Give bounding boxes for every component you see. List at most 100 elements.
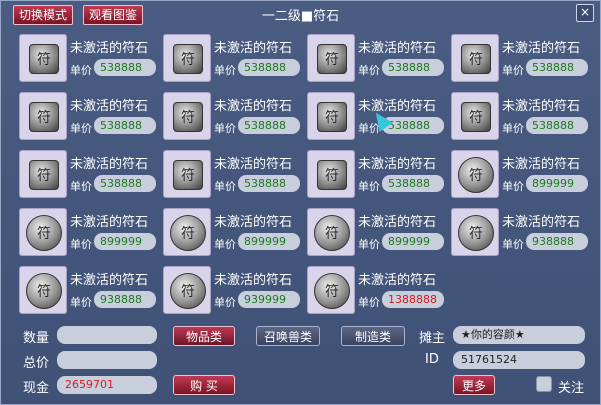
item-name: 未激活的符石 [358, 157, 437, 172]
item-slot[interactable]: 符 未激活的符石 单价 938888 [451, 206, 591, 259]
item-slot[interactable]: 符 未激活的符石 单价 938888 [19, 264, 159, 317]
item-thumbnail[interactable]: 符 [307, 34, 355, 82]
item-thumbnail[interactable]: 符 [307, 92, 355, 140]
item-slot[interactable]: 符 未激活的符石 单价 1388888 [307, 264, 447, 317]
round-rune-stone-icon: 符 [170, 215, 206, 251]
unit-price-value: 938888 [526, 233, 588, 250]
item-name: 未激活的符石 [358, 99, 437, 114]
item-thumbnail[interactable]: 符 [19, 208, 67, 256]
unit-price-value: 538888 [238, 175, 300, 192]
rune-glyph-icon: 符 [181, 284, 195, 300]
item-slot[interactable]: 符 未激活的符石 单价 899999 [451, 148, 591, 201]
item-slot[interactable]: 符 未激活的符石 单价 939999 [163, 264, 303, 317]
item-slot[interactable]: 符 未激活的符石 单价 899999 [307, 206, 447, 259]
rune-glyph-icon: 符 [181, 52, 195, 68]
unit-price-value: 938888 [94, 291, 156, 308]
item-slot[interactable]: 符 未激活的符石 单价 538888 [163, 148, 303, 201]
tab-summoned-beasts[interactable]: 召唤兽类 [256, 326, 320, 346]
unit-price-value: 538888 [238, 117, 300, 134]
item-thumbnail[interactable]: 符 [19, 34, 67, 82]
item-name: 未激活的符石 [70, 99, 149, 114]
square-rune-stone-icon: 符 [317, 102, 347, 132]
unit-price-value: 939999 [238, 291, 300, 308]
unit-price-label: 单价 [214, 180, 236, 193]
rune-glyph-icon: 符 [181, 110, 195, 126]
item-thumbnail[interactable]: 符 [163, 34, 211, 82]
unit-price-label: 单价 [70, 296, 92, 309]
cash-label: 现金 [23, 381, 50, 396]
item-thumbnail[interactable]: 符 [163, 92, 211, 140]
item-thumbnail[interactable]: 符 [19, 150, 67, 198]
unit-price-value: 538888 [94, 59, 156, 76]
item-thumbnail[interactable]: 符 [163, 208, 211, 256]
quantity-label: 数量 [23, 331, 50, 346]
unit-price-value: 1388888 [382, 291, 444, 308]
round-rune-stone-icon: 符 [314, 273, 350, 309]
item-slot[interactable]: 符 未激活的符石 单价 538888 [19, 32, 159, 85]
id-label: ID [425, 352, 439, 367]
unit-price-value: 538888 [526, 117, 588, 134]
item-thumbnail[interactable]: 符 [19, 92, 67, 140]
item-thumbnail[interactable]: 符 [307, 208, 355, 256]
unit-price-label: 单价 [214, 122, 236, 135]
square-rune-stone-icon: 符 [173, 44, 203, 74]
unit-price-value: 899999 [526, 175, 588, 192]
item-thumbnail[interactable]: 符 [451, 92, 499, 140]
item-slot[interactable]: 符 未激活的符石 单价 899999 [19, 206, 159, 259]
title-bar: 切换模式 观看图鉴 一二级■符石 × [1, 1, 600, 27]
item-thumbnail[interactable]: 符 [451, 150, 499, 198]
unit-price-label: 单价 [214, 238, 236, 251]
item-thumbnail[interactable]: 符 [163, 266, 211, 314]
total-price-field [57, 351, 157, 369]
stall-window: 切换模式 观看图鉴 一二级■符石 × 符未激活的符石 单价 538888 符未激活的符… [0, 0, 601, 405]
item-name: 未激活的符石 [214, 273, 293, 288]
item-slot[interactable]: 符 未激活的符石 单价 538888 [163, 32, 303, 85]
item-name: 未激活的符石 [214, 41, 293, 56]
follow-checkbox[interactable] [536, 376, 552, 392]
item-name: 未激活的符石 [70, 273, 149, 288]
unit-price-label: 单价 [502, 180, 524, 193]
rune-glyph-icon: 符 [37, 110, 51, 126]
item-name: 未激活的符石 [502, 157, 581, 172]
item-slot[interactable]: 符 未激活的符石 单价 538888 [451, 90, 591, 143]
quantity-input[interactable] [57, 326, 157, 344]
item-slot[interactable]: 符 未激活的符石 单价 899999 [163, 206, 303, 259]
item-name: 未激活的符石 [214, 99, 293, 114]
unit-price-value: 538888 [94, 117, 156, 134]
square-rune-stone-icon: 符 [29, 160, 59, 190]
more-button[interactable]: 更多 [453, 375, 495, 395]
unit-price-label: 单价 [214, 296, 236, 309]
item-name: 未激活的符石 [214, 215, 293, 230]
item-slot[interactable]: 符 未激活的符石 单价 538888 [451, 32, 591, 85]
tab-crafting[interactable]: 制造类 [341, 326, 405, 346]
square-rune-stone-icon: 符 [317, 44, 347, 74]
unit-price-value: 538888 [238, 59, 300, 76]
item-slot[interactable]: 符 未激活的符石 单价 538888 [307, 148, 447, 201]
item-slot[interactable]: 符 未激活的符石 单价 538888 [19, 148, 159, 201]
item-name: 未激活的符石 [214, 157, 293, 172]
rune-glyph-icon: 符 [469, 52, 483, 68]
item-name: 未激活的符石 [502, 99, 581, 114]
rune-glyph-icon: 符 [325, 284, 339, 300]
item-thumbnail[interactable]: 符 [451, 34, 499, 82]
unit-price-value: 899999 [238, 233, 300, 250]
item-slot[interactable]: 符 未激活的符石 单价 538888 [163, 90, 303, 143]
item-thumbnail[interactable]: 符 [307, 150, 355, 198]
unit-price-label: 单价 [502, 64, 524, 77]
item-thumbnail[interactable]: 符 [19, 266, 67, 314]
owner-label: 摊主 [419, 331, 446, 346]
item-thumbnail[interactable]: 符 [451, 208, 499, 256]
item-thumbnail[interactable]: 符 [163, 150, 211, 198]
item-slot[interactable]: 符 未激活的符石 单价 538888 [307, 32, 447, 85]
item-thumbnail[interactable]: 符 [307, 266, 355, 314]
close-icon[interactable]: × [576, 4, 594, 22]
buy-button[interactable]: 购 买 [173, 375, 235, 395]
square-rune-stone-icon: 符 [461, 102, 491, 132]
tab-items[interactable]: 物品类 [173, 326, 235, 346]
item-name: 未激活的符石 [358, 41, 437, 56]
item-name: 未激活的符石 [358, 273, 437, 288]
unit-price-label: 单价 [358, 238, 380, 251]
item-slot[interactable]: 符 未激活的符石 单价 538888 [19, 90, 159, 143]
unit-price-value: 538888 [382, 175, 444, 192]
item-name: 未激活的符石 [502, 41, 581, 56]
